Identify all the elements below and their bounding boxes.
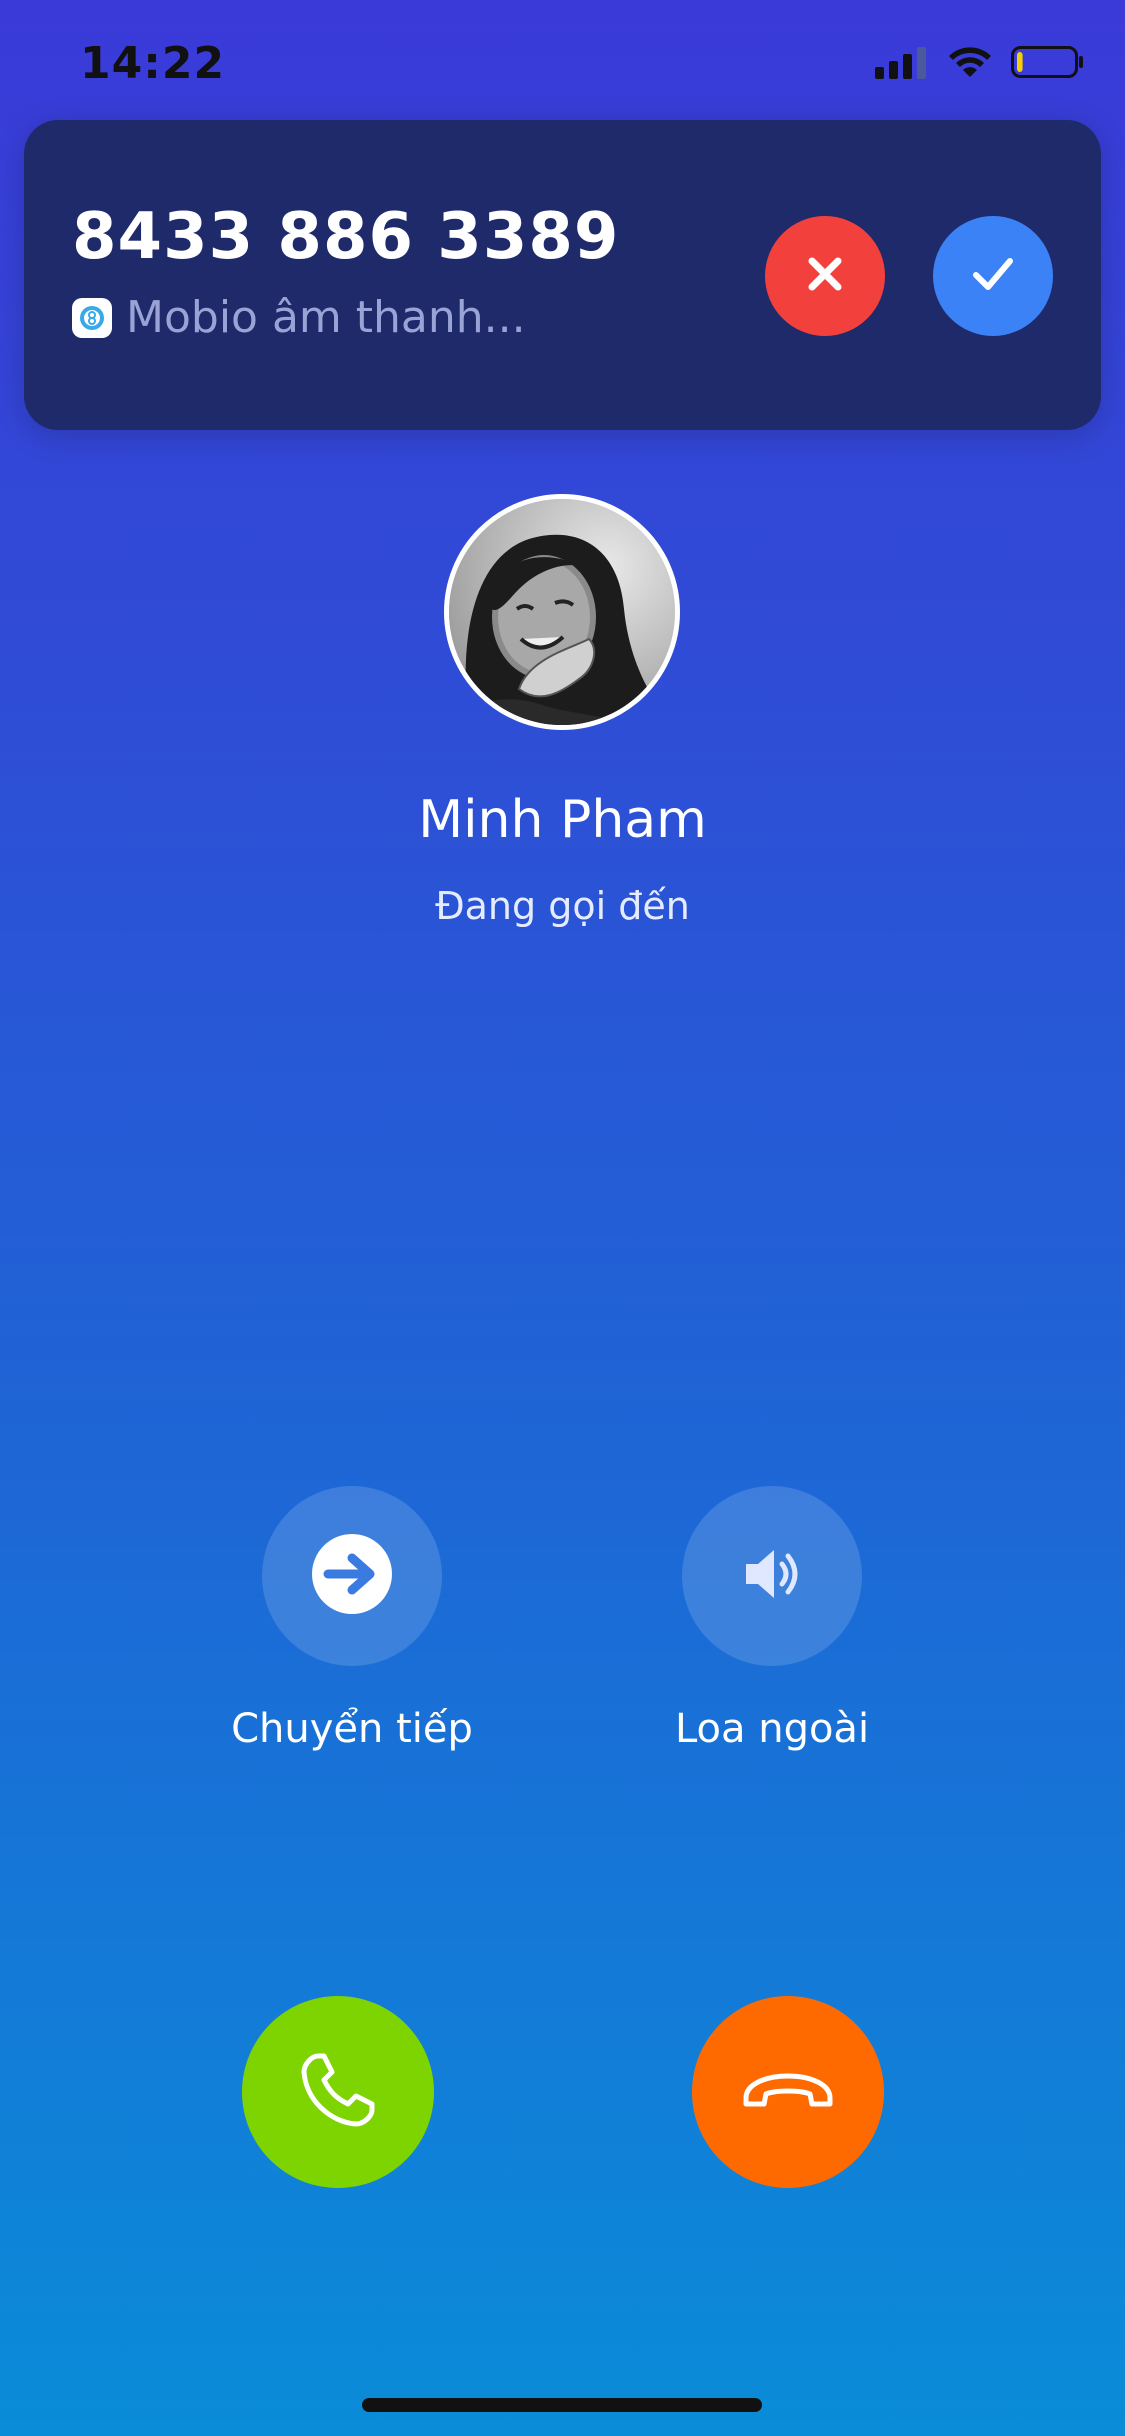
forward-call-button[interactable] [262,1486,442,1666]
battery-low-icon [1011,44,1085,80]
banner-decline-button[interactable] [765,216,885,336]
check-icon [966,247,1020,306]
status-icons [875,44,1085,80]
caller-avatar [444,494,680,730]
wifi-icon [947,45,993,79]
close-icon [800,249,850,304]
mobio-app-icon [72,297,112,338]
banner-accept-button[interactable] [933,216,1053,336]
speaker-icon [740,1544,804,1609]
forward-call-label: Chuyển tiếp [231,1706,473,1752]
status-time: 14:22 [80,38,226,89]
forward-arrow-icon [310,1532,394,1621]
phone-icon [290,2042,386,2143]
answer-call-button[interactable] [242,1996,434,2188]
call-status-text: Đang gọi đến [435,884,690,928]
speaker-button[interactable] [682,1486,862,1666]
hang-up-icon [738,2060,838,2125]
caller-name: Minh Pham [418,790,707,850]
banner-app-info: Mobio âm thanh... [72,292,526,343]
home-indicator[interactable] [362,2398,762,2412]
status-bar: 14:22 [0,0,1125,130]
caller-phone-number: 8433 886 3389 [72,200,620,274]
speaker-label: Loa ngoài [674,1706,870,1752]
cellular-signal-icon [875,45,929,79]
incoming-call-banner[interactable]: 8433 886 3389 Mobio âm thanh... [24,120,1101,430]
end-call-button[interactable] [692,1996,884,2188]
banner-app-label: Mobio âm thanh... [126,292,526,343]
